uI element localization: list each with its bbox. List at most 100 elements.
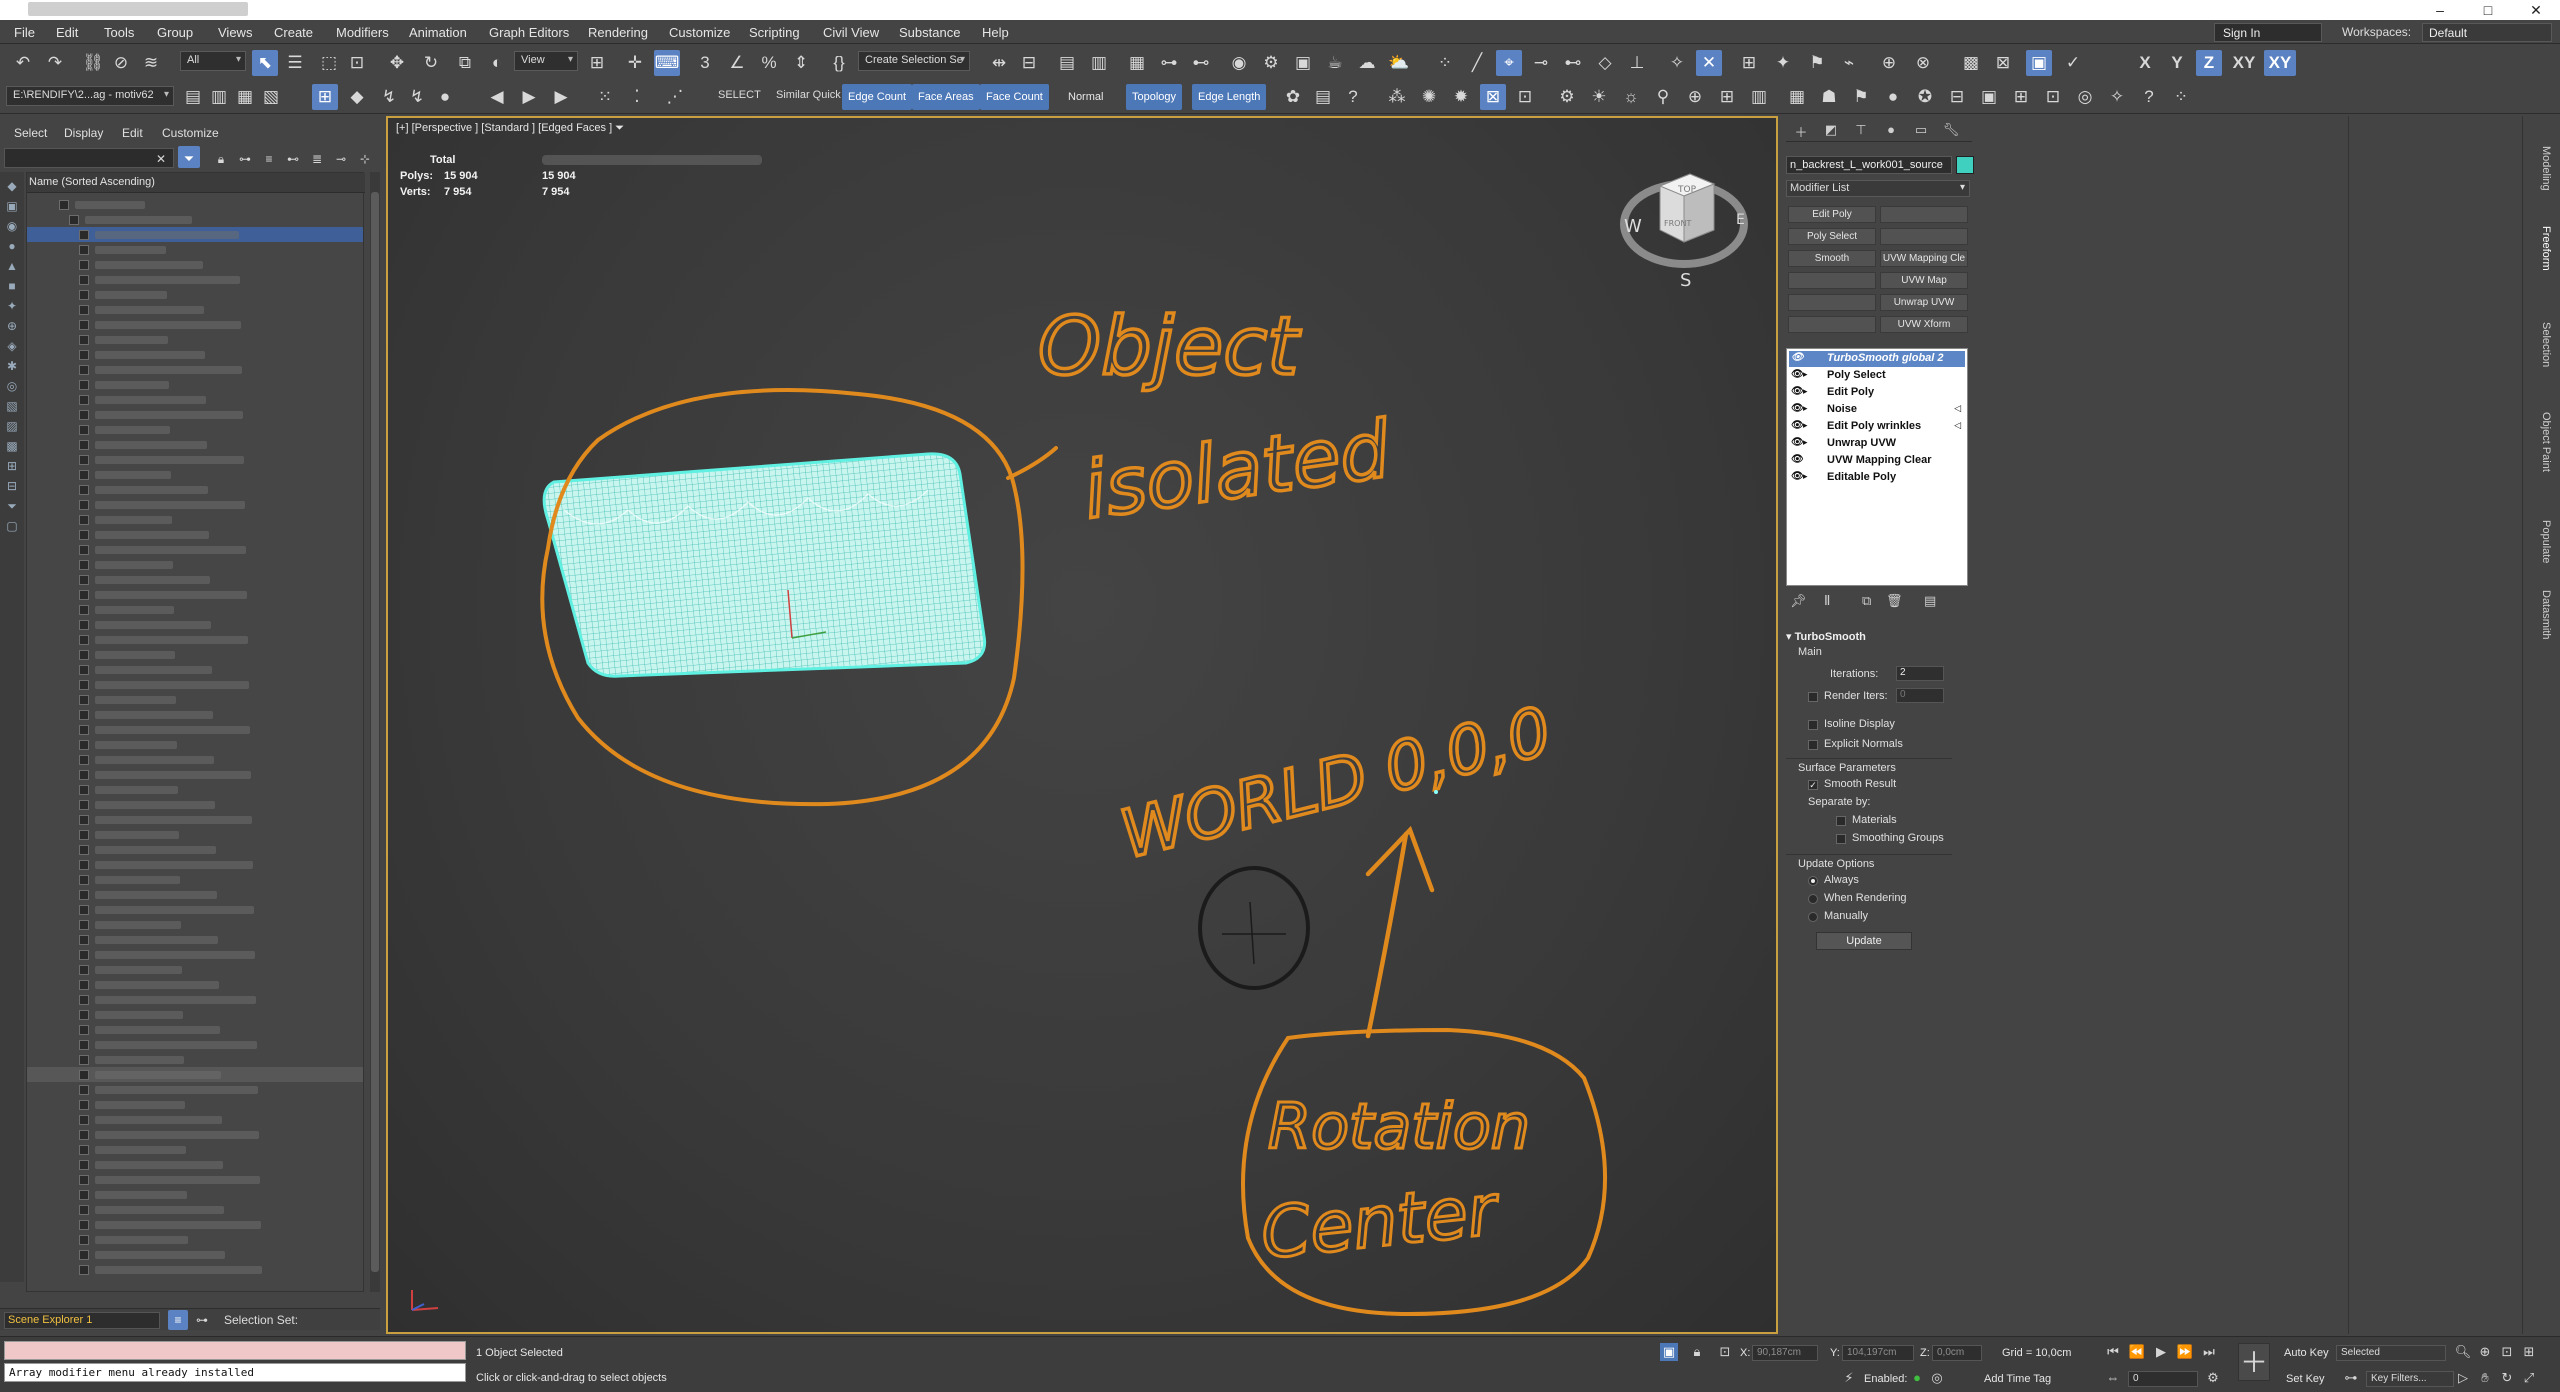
type-filter-icon[interactable]: ✦ — [4, 298, 20, 314]
smooth-result-checkbox[interactable]: ✓ — [1808, 780, 1818, 790]
visibility-toggle[interactable] — [79, 1100, 89, 1110]
x-coord-field[interactable]: 90,187cm — [1752, 1345, 1818, 1361]
object-color-swatch[interactable] — [1956, 156, 1974, 174]
visibility-toggle[interactable] — [79, 1010, 89, 1020]
visibility-toggle[interactable] — [79, 665, 89, 675]
filter-icon[interactable]: ⏷ — [178, 146, 200, 168]
mod-empty-button-5[interactable] — [1788, 316, 1876, 333]
side-tab-populate[interactable]: Populate — [2540, 520, 2552, 563]
menu-help[interactable]: Help — [982, 25, 1009, 40]
isoline-display-checkbox[interactable] — [1808, 720, 1818, 730]
ribbon-tool-icon-r[interactable]: ● — [1880, 84, 1906, 110]
y-coord-field[interactable]: 104,197cm — [1842, 1345, 1914, 1361]
configure-modifier-sets-icon[interactable]: ▤ — [1924, 593, 1936, 609]
create-selection-set-dropdown[interactable]: Create Selection Se — [858, 51, 970, 71]
turbosmooth-rollout-title[interactable]: ▾ TurboSmooth — [1786, 630, 1866, 643]
selection-lock-icon[interactable]: 🔒︎ — [1688, 1343, 1706, 1361]
visibility-toggle[interactable] — [79, 1130, 89, 1140]
workspaces-dropdown[interactable]: Default — [2422, 23, 2552, 42]
scene-list-item[interactable] — [27, 557, 363, 572]
scene-list-item[interactable] — [27, 497, 363, 512]
scene-list-item[interactable] — [27, 1082, 363, 1097]
scene-list-item[interactable] — [27, 467, 363, 482]
scene-list-item[interactable] — [27, 722, 363, 737]
visibility-toggle[interactable] — [79, 380, 89, 390]
scene-list-item[interactable] — [27, 242, 363, 257]
side-tab-selection[interactable]: Selection — [2540, 322, 2552, 367]
snap-pivot-icon[interactable]: ⌖ — [1496, 50, 1522, 76]
help-icon[interactable]: ? — [1340, 84, 1366, 110]
visibility-toggle[interactable] — [79, 530, 89, 540]
type-filter-icon[interactable]: ⊕ — [4, 318, 20, 334]
render-iters-checkbox[interactable] — [1808, 692, 1818, 702]
menu-rendering[interactable]: Rendering — [588, 25, 648, 40]
type-filter-icon[interactable]: ✱ — [4, 358, 20, 374]
orbit-icon[interactable]: ↻ — [2498, 1369, 2516, 1387]
type-filter-icon[interactable]: ◉ — [4, 218, 20, 234]
scene-list-item[interactable] — [27, 602, 363, 617]
visibility-toggle[interactable] — [79, 515, 89, 525]
modifier-list-dropdown[interactable]: Modifier List — [1786, 180, 1970, 197]
maximize-viewport-icon[interactable]: ⤢ — [2520, 1369, 2538, 1387]
visibility-toggle[interactable] — [79, 740, 89, 750]
side-tab-modeling[interactable]: Modeling — [2540, 146, 2552, 191]
menu-graph-editors[interactable]: Graph Editors — [489, 25, 569, 40]
scene-tab-display[interactable]: Display — [64, 126, 103, 140]
expand-arrow-icon[interactable]: ▸ — [1803, 420, 1808, 431]
scene-list-item[interactable] — [27, 662, 363, 677]
field-of-view-icon[interactable]: ▷ — [2454, 1369, 2472, 1387]
visibility-toggle[interactable] — [79, 980, 89, 990]
hierarchy-icon-4[interactable]: ≣ — [308, 146, 326, 168]
move-icon[interactable]: ✥ — [384, 50, 410, 76]
axis-xy-locked-button[interactable]: XY — [2264, 50, 2296, 76]
scene-list-item[interactable] — [27, 212, 363, 227]
modifier-stack-item[interactable]: 👁︎ ▸ Noise ◁ — [1789, 402, 1965, 418]
type-filter-icon[interactable]: ◆ — [4, 178, 20, 194]
set-key-big-button[interactable]: ＋ — [2238, 1343, 2270, 1381]
window-crossing-icon[interactable]: ⊡ — [344, 50, 370, 76]
render-in-cloud-icon[interactable]: ⛅ — [1386, 50, 1412, 76]
visibility-toggle[interactable] — [79, 260, 89, 270]
type-filter-icon[interactable]: ▣ — [4, 198, 20, 214]
tool-6-icon[interactable]: ⊠ — [1990, 50, 2016, 76]
ribbon-tool-icon-z[interactable]: ⁘ — [2168, 84, 2194, 110]
scene-list-item[interactable] — [27, 197, 363, 212]
face-count-button[interactable]: Face Count — [980, 84, 1049, 110]
scene-list-item[interactable] — [27, 542, 363, 557]
bind-space-warp-icon[interactable]: ≋ — [138, 50, 164, 76]
type-filter-icon[interactable]: ▩ — [4, 438, 20, 454]
update-always-radio[interactable] — [1808, 876, 1818, 886]
ribbon-icon-11[interactable]: ⋰ — [662, 84, 688, 110]
visibility-toggle[interactable] — [79, 560, 89, 570]
ribbon-tool-icon-g[interactable]: ⊡ — [1512, 84, 1538, 110]
scene-list-item[interactable] — [27, 1157, 363, 1172]
visibility-toggle[interactable] — [79, 650, 89, 660]
scene-list-item[interactable] — [27, 1022, 363, 1037]
mod-edit-poly-button[interactable]: Edit Poly — [1788, 206, 1876, 223]
motion-tab-icon[interactable]: ● — [1880, 122, 1902, 140]
smoothing-groups-checkbox[interactable] — [1836, 834, 1846, 844]
visibility-toggle[interactable] — [79, 245, 89, 255]
isolate-selection-icon[interactable]: ▣ — [1660, 1343, 1678, 1361]
snaps-toggle-icon[interactable]: 3 — [692, 50, 718, 76]
snap-axis-constraint-icon[interactable]: ✕ — [1696, 50, 1722, 76]
mod-unwrap-uvw-button[interactable]: Unwrap UVW — [1880, 294, 1968, 311]
visibility-eye-icon[interactable]: 👁︎ — [1791, 437, 1804, 448]
scene-list-item[interactable] — [27, 887, 363, 902]
menu-edit[interactable]: Edit — [56, 25, 78, 40]
scene-list-item[interactable] — [27, 1037, 363, 1052]
axis-x-button[interactable]: X — [2132, 50, 2158, 76]
modifier-stack-item[interactable]: 👁︎ TurboSmooth global 2 — [1789, 351, 1965, 367]
ribbon-tool-icon-j[interactable]: ☼ — [1618, 84, 1644, 110]
type-filter-icon[interactable]: ⊞ — [4, 458, 20, 474]
ribbon-icon-2[interactable]: ◆ — [344, 84, 370, 110]
scene-list-item[interactable] — [27, 1232, 363, 1247]
time-tag-icon[interactable]: ◎ — [1928, 1369, 1946, 1387]
scene-list-item[interactable] — [27, 1067, 363, 1082]
hierarchy-icon-3[interactable]: ⊷ — [284, 146, 302, 168]
visibility-toggle[interactable] — [79, 1145, 89, 1155]
scene-list-item[interactable] — [27, 677, 363, 692]
ribbon-tool-icon-e[interactable]: ✹ — [1448, 84, 1474, 110]
rendered-frame-window-icon[interactable]: ▣ — [1290, 50, 1316, 76]
visibility-toggle[interactable] — [79, 545, 89, 555]
